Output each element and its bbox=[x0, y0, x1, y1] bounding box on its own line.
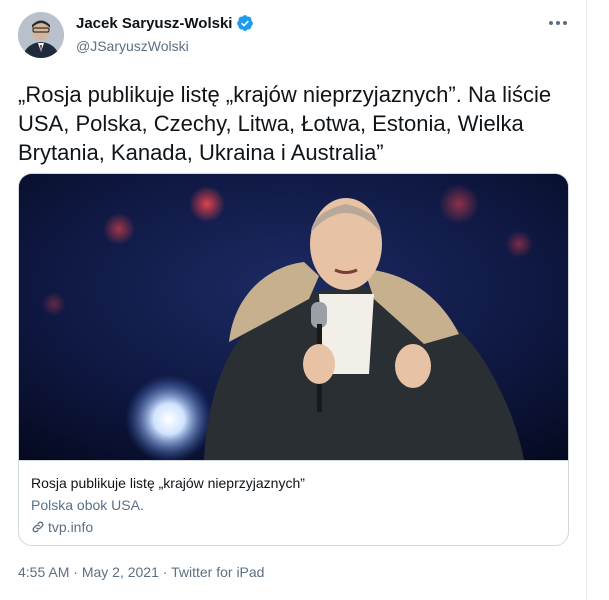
card-domain[interactable]: tvp.info bbox=[31, 519, 93, 535]
tweet-date[interactable]: May 2, 2021 bbox=[82, 564, 159, 580]
meta-separator: · bbox=[69, 564, 82, 580]
tweet-time[interactable]: 4:55 AM bbox=[18, 564, 69, 580]
avatar[interactable] bbox=[18, 12, 64, 58]
author-name-row[interactable]: Jacek Saryusz-Wolski bbox=[76, 14, 254, 32]
tweet-source[interactable]: Twitter for iPad bbox=[171, 564, 264, 580]
tweet-text: „Rosja publikuje listę „krajów nieprzyja… bbox=[18, 82, 552, 165]
card-domain-text[interactable]: tvp.info bbox=[48, 519, 93, 535]
card-description: Polska obok USA. bbox=[31, 497, 144, 513]
link-card[interactable]: Rosja publikuje listę „krajów nieprzyjaz… bbox=[18, 173, 569, 546]
avatar-image bbox=[18, 12, 64, 58]
link-icon bbox=[31, 520, 45, 534]
tweet-meta: 4:55 AM · May 2, 2021 · Twitter for iPad bbox=[18, 564, 264, 580]
author-handle[interactable]: @JSaryuszWolski bbox=[76, 38, 189, 54]
meta-separator-2: · bbox=[158, 564, 172, 580]
tweet: Jacek Saryusz-Wolski @JSaryuszWolski „Ro… bbox=[0, 0, 609, 600]
card-title[interactable]: Rosja publikuje listę „krajów nieprzyjaz… bbox=[31, 475, 305, 491]
card-body[interactable]: Rosja publikuje listę „krajów nieprzyjaz… bbox=[19, 460, 568, 545]
card-image[interactable] bbox=[19, 174, 568, 460]
verified-badge-icon bbox=[236, 14, 254, 32]
more-icon bbox=[549, 21, 567, 25]
more-options-button[interactable] bbox=[547, 12, 569, 34]
author-display-name[interactable]: Jacek Saryusz-Wolski bbox=[76, 15, 232, 32]
divider bbox=[586, 0, 587, 600]
